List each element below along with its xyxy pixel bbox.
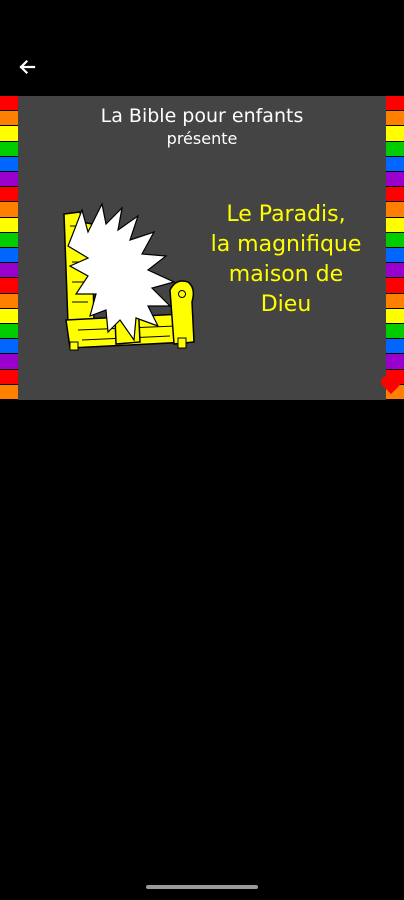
rainbow-segment	[0, 278, 18, 294]
story-title-line: maison de	[228, 262, 344, 287]
rainbow-segment	[386, 263, 404, 279]
rainbow-segment	[386, 324, 404, 340]
series-subtitle: présente	[166, 129, 238, 148]
rainbow-segment	[386, 96, 404, 112]
rainbow-segment	[386, 339, 404, 355]
story-title-line: Le Paradis,	[226, 202, 346, 227]
rainbow-segment	[0, 141, 18, 157]
rainbow-segment	[0, 263, 18, 279]
rainbow-segment	[386, 354, 404, 370]
rainbow-segment	[0, 369, 18, 385]
story-title-line: Dieu	[260, 292, 312, 317]
rainbow-segment	[386, 202, 404, 218]
rainbow-segment	[0, 324, 18, 340]
rainbow-segment	[0, 96, 18, 112]
favorite-button[interactable]	[380, 374, 402, 396]
rainbow-segment	[0, 308, 18, 325]
heart-icon	[380, 376, 402, 394]
rainbow-segment	[386, 172, 404, 188]
rainbow-segment	[386, 187, 404, 203]
arrow-left-icon	[19, 59, 36, 75]
rainbow-segment	[386, 308, 404, 325]
rainbow-segment	[386, 141, 404, 157]
title-slide: La Bible pour enfants présente Le Paradi…	[0, 96, 404, 401]
rainbow-segment	[0, 126, 18, 142]
rainbow-segment	[386, 111, 404, 127]
rainbow-segment	[386, 232, 404, 249]
rainbow-segment	[386, 156, 404, 173]
throne-illustration	[58, 202, 200, 352]
story-title: Le Paradis, la magnifique maison de Dieu	[196, 200, 376, 320]
rainbow-segment	[0, 202, 18, 218]
screen: La Bible pour enfants présente Le Paradi…	[0, 0, 404, 900]
rainbow-segment	[386, 248, 404, 264]
rainbow-segment	[0, 248, 18, 264]
rainbow-segment	[0, 111, 18, 127]
rainbow-segment	[386, 278, 404, 294]
rainbow-segment	[0, 384, 18, 401]
rainbow-segment	[0, 232, 18, 249]
back-button[interactable]	[12, 52, 42, 82]
rainbow-segment	[386, 293, 404, 309]
rainbow-segment	[0, 156, 18, 173]
slide-panel: La Bible pour enfants présente Le Paradi…	[18, 96, 386, 400]
rainbow-segment	[0, 217, 18, 233]
rainbow-segment	[386, 126, 404, 142]
story-title-line: la magnifique	[210, 232, 362, 257]
rainbow-segment	[386, 217, 404, 233]
rainbow-segment	[0, 187, 18, 203]
rainbow-segment	[0, 293, 18, 309]
rainbow-border-right	[386, 96, 404, 401]
home-indicator[interactable]	[146, 885, 258, 889]
rainbow-border-left	[0, 96, 18, 401]
rainbow-segment	[0, 354, 18, 370]
rainbow-segment	[0, 172, 18, 188]
series-title: La Bible pour enfants	[100, 105, 304, 127]
rainbow-segment	[0, 339, 18, 355]
